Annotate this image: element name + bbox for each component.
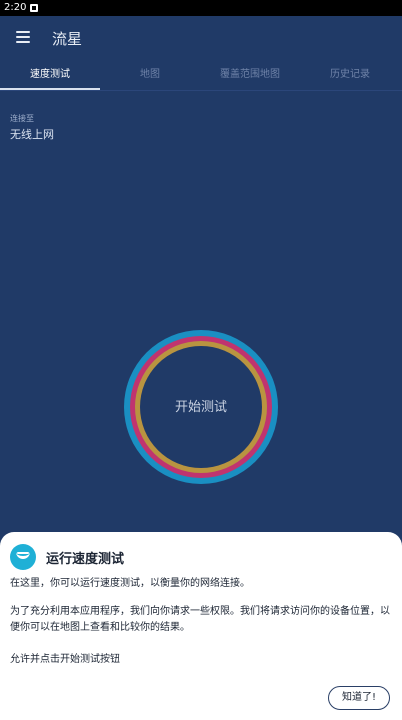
tab-speed-test[interactable]: 速度测试	[0, 60, 100, 90]
app-title: 流星	[52, 30, 83, 48]
sheet-paragraph-instruction: 允许并点击开始测试按钮	[10, 654, 120, 665]
tab-map[interactable]: 地图	[100, 60, 200, 90]
notification-icon	[30, 4, 38, 12]
app-bar: 流星	[0, 16, 402, 60]
status-bar: 2:20	[0, 0, 402, 16]
got-it-button[interactable]: 知道了!	[328, 686, 390, 710]
sheet-paragraph-permissions: 为了充分利用本应用程序，我们向你请求一些权限。我们将请求访问你的设备位置，以便你…	[10, 606, 390, 633]
connection-label: 连接至	[10, 114, 34, 123]
connection-info: 连接至 无线上网	[10, 113, 54, 142]
tab-coverage-map[interactable]: 覆盖范围地图	[200, 60, 300, 90]
tab-history[interactable]: 历史记录	[300, 60, 400, 90]
smile-logo-icon	[10, 544, 36, 570]
intro-bottom-sheet: 运行速度测试 在这里，你可以运行速度测试，以衡量你的网络连接。 为了充分利用本应…	[0, 532, 402, 720]
start-test-button[interactable]: 开始测试	[124, 330, 278, 484]
connection-value: 无线上网	[10, 128, 54, 141]
tab-bar: 速度测试 地图 覆盖范围地图 历史记录	[0, 60, 402, 90]
sheet-paragraph-intro: 在这里，你可以运行速度测试，以衡量你的网络连接。	[10, 578, 250, 589]
tabs-divider	[0, 90, 402, 91]
sheet-title: 运行速度测试	[46, 552, 125, 567]
start-test-label: 开始测试	[174, 400, 227, 415]
menu-icon[interactable]	[16, 31, 30, 43]
status-time: 2:20	[4, 2, 27, 13]
